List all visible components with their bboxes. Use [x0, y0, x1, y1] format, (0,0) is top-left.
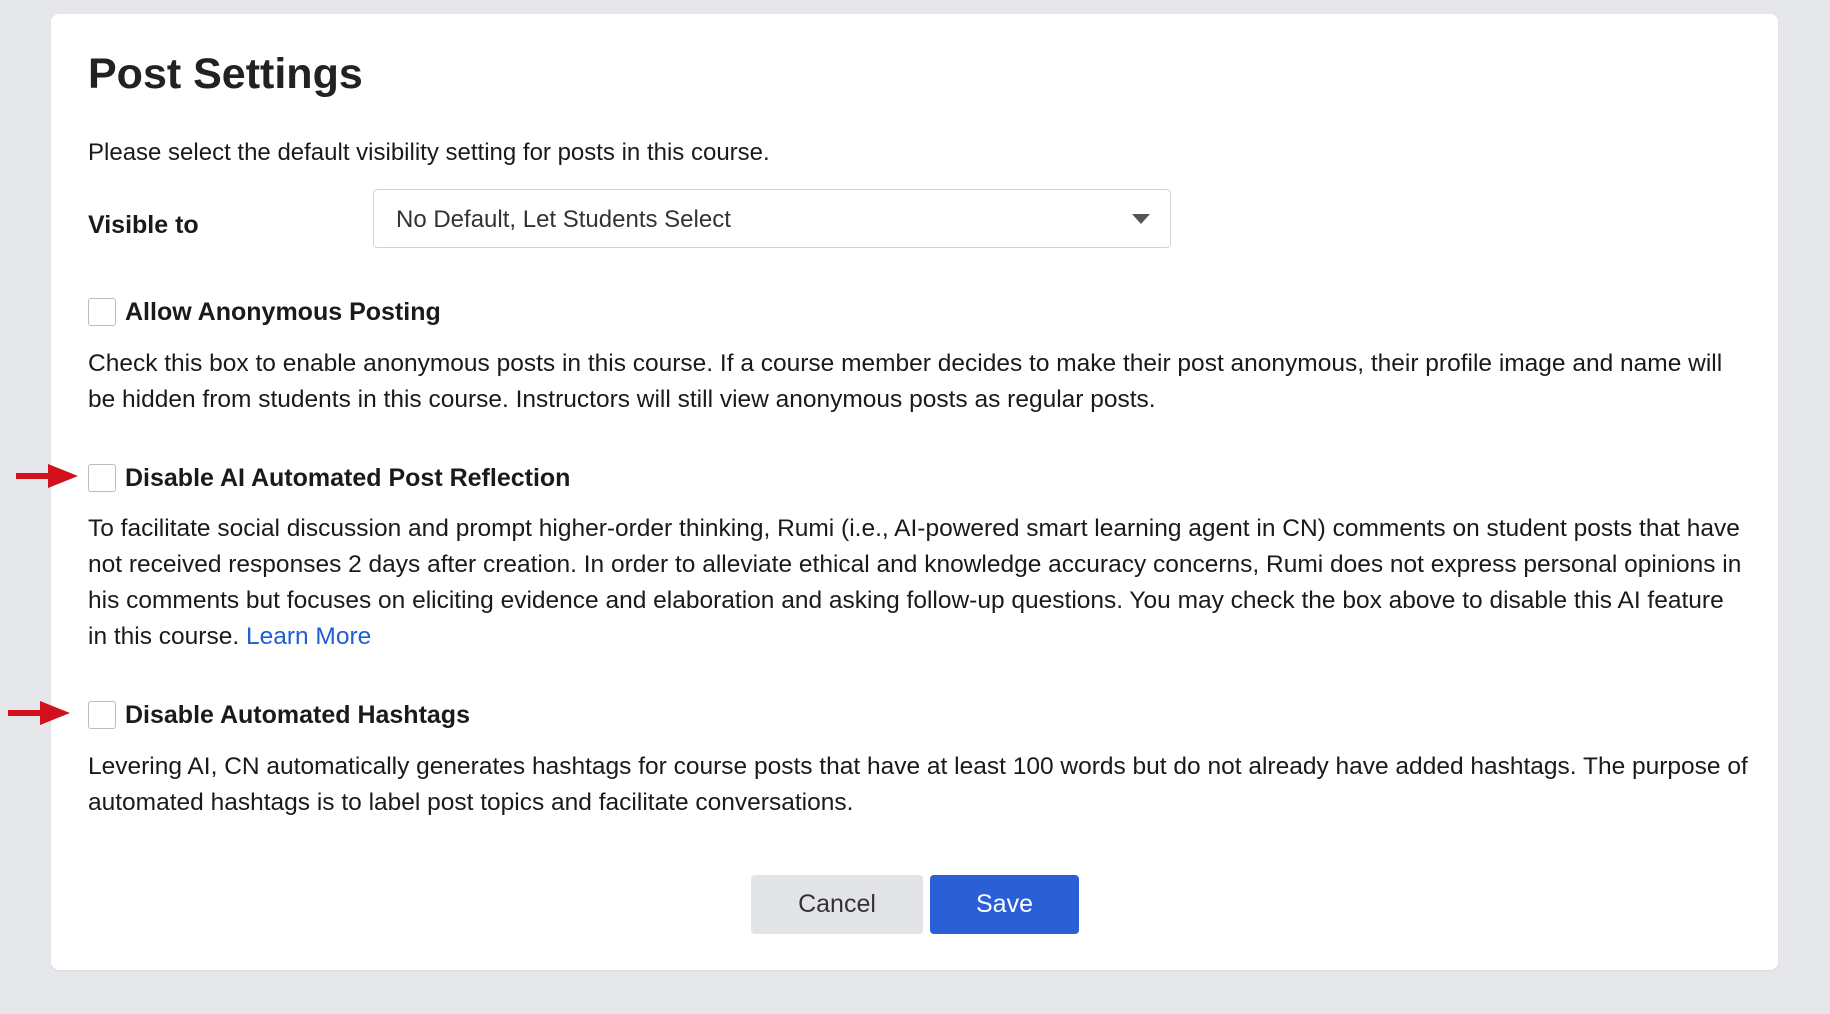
- hashtags-description: Levering AI, CN automatically generates …: [88, 753, 1748, 816]
- red-arrow-icon: [8, 701, 70, 725]
- learn-more-link[interactable]: Learn More: [246, 623, 371, 650]
- visibility-intro-text: Please select the default visibility set…: [88, 139, 770, 166]
- ai-reflection-description: To facilitate social discussion and prom…: [88, 511, 1748, 655]
- visibility-select[interactable]: No Default, Let Students Select: [373, 189, 1171, 248]
- anonymous-posting-label: Allow Anonymous Posting: [125, 298, 441, 326]
- anonymous-posting-description: Check this box to enable anonymous posts…: [88, 350, 1723, 413]
- red-arrow-icon: [16, 464, 78, 488]
- visible-to-label: Visible to: [88, 211, 199, 239]
- hashtags-checkbox[interactable]: [88, 701, 116, 729]
- save-button[interactable]: Save: [930, 875, 1079, 934]
- visibility-selected-value: No Default, Let Students Select: [396, 206, 731, 233]
- ai-reflection-checkbox[interactable]: [88, 464, 116, 492]
- hashtags-label: Disable Automated Hashtags: [125, 701, 470, 729]
- ai-reflection-label: Disable AI Automated Post Reflection: [125, 464, 571, 492]
- caret-down-icon: [1132, 214, 1150, 224]
- cancel-button[interactable]: Cancel: [751, 875, 923, 934]
- page-title: Post Settings: [88, 50, 363, 98]
- anonymous-posting-checkbox[interactable]: [88, 298, 116, 326]
